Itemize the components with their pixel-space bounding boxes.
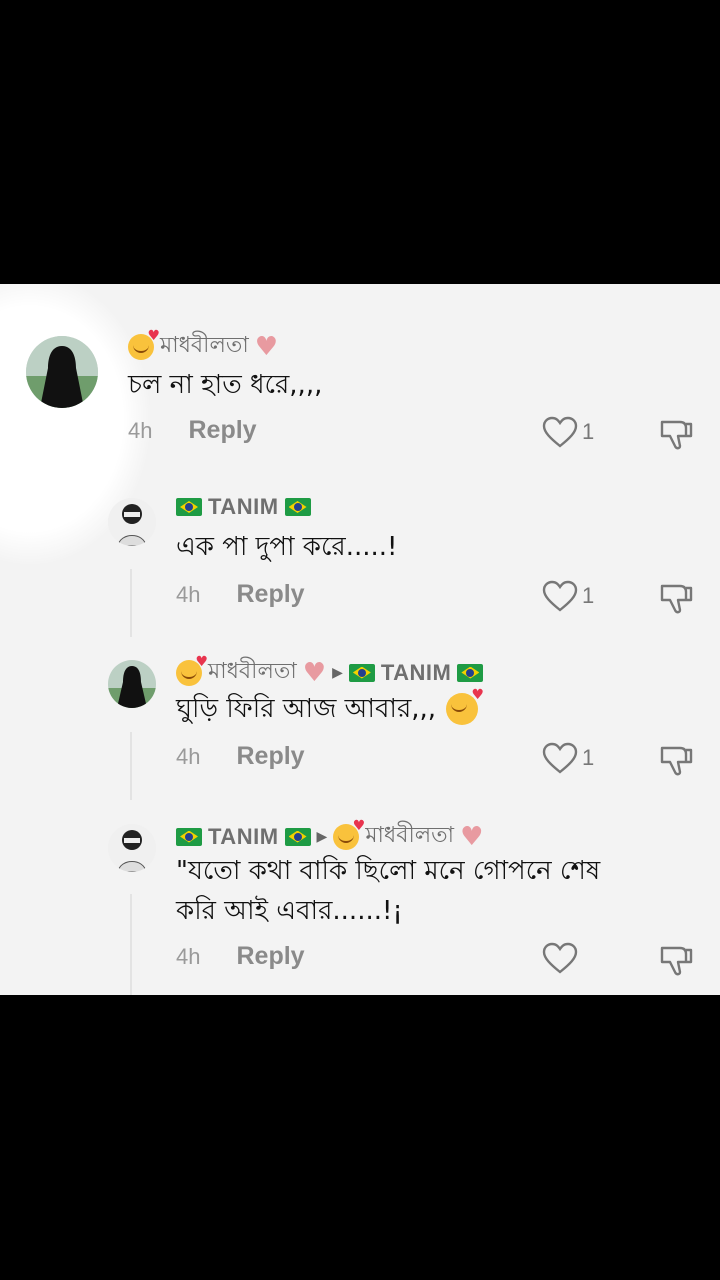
brazil-flag-icon — [457, 663, 484, 682]
avatar-image — [108, 498, 156, 546]
comment-meta: 4h Reply — [176, 942, 305, 971]
timestamp: 4h — [128, 417, 153, 443]
heart-icon: ♥ — [460, 821, 484, 852]
heart-icon: ♥ — [254, 331, 279, 362]
dislike-button[interactable] — [658, 416, 694, 456]
heart-outline-icon — [542, 742, 578, 774]
smiling-face-with-hearts-icon — [446, 687, 484, 725]
thumbs-down-icon — [660, 584, 693, 614]
avatar-image — [26, 336, 98, 408]
timestamp: 4h — [176, 581, 201, 607]
reply-to-username[interactable]: মাধবীলতা — [365, 818, 454, 855]
brazil-flag-icon — [284, 827, 311, 846]
like-button[interactable] — [542, 942, 582, 974]
avatar[interactable] — [26, 336, 98, 408]
heart-outline-icon — [542, 580, 578, 612]
heart-outline-icon — [542, 416, 578, 448]
comment-text: চল না হাত ধরে,,,, — [128, 370, 323, 400]
username-text[interactable]: মাধবীলতা — [160, 328, 249, 365]
comment-meta: 4h Reply — [128, 416, 257, 445]
username-text[interactable]: TANIM — [208, 494, 279, 520]
username-text[interactable]: মাধবীলতা — [208, 654, 297, 691]
avatar-image — [108, 824, 156, 872]
avatar[interactable] — [108, 498, 156, 546]
reply-button[interactable]: Reply — [236, 580, 304, 609]
username[interactable]: মাধবীলতা ♥ ▶ TANIM — [176, 654, 484, 691]
comment-text-line-1: "যতো কথা বাকি ছিলো মনে গোপনে শেষ — [176, 856, 601, 886]
comment-meta: 4h Reply — [176, 742, 305, 771]
reply-to-username[interactable]: TANIM — [381, 660, 452, 686]
like-count: 1 — [582, 583, 595, 608]
avatar-image — [108, 660, 156, 708]
comment-text-line-2: করি আই এবার......!¡ — [176, 896, 403, 926]
like-count: 1 — [582, 745, 595, 770]
brazil-flag-icon — [176, 827, 202, 846]
username-text[interactable]: TANIM — [208, 824, 279, 850]
smiling-face-with-hearts-icon — [333, 818, 365, 850]
reply-button[interactable]: Reply — [188, 416, 256, 445]
avatar[interactable] — [108, 660, 156, 708]
dislike-button[interactable] — [658, 580, 694, 620]
like-button[interactable]: 1 — [542, 742, 594, 774]
comment-text: এক পা দুপা করে.....! — [176, 532, 398, 562]
dislike-button[interactable] — [658, 942, 694, 982]
heart-outline-icon — [542, 942, 578, 974]
like-count: 1 — [582, 419, 595, 444]
username[interactable]: মাধবীলতা ♥ — [128, 328, 278, 365]
comment-text-row: ঘুড়ি ফিরি আজ আবার,,, — [176, 687, 484, 728]
comment-meta: 4h Reply — [176, 580, 305, 609]
brazil-flag-icon — [176, 498, 202, 516]
reply-arrow-icon: ▶ — [332, 664, 343, 681]
heart-icon: ♥ — [302, 657, 327, 688]
comment-text: ঘুড়ি ফিরি আজ আবার,,, — [176, 694, 437, 724]
thumbs-down-icon — [660, 420, 693, 450]
like-button[interactable]: 1 — [542, 416, 594, 448]
reply-button[interactable]: Reply — [236, 942, 304, 971]
avatar[interactable] — [108, 824, 156, 872]
comment-panel: মাধবীলতা ♥ চল না হাত ধরে,,,, 4h Reply 1 — [0, 284, 720, 995]
timestamp: 4h — [176, 943, 201, 969]
smiling-face-with-hearts-icon — [128, 328, 160, 360]
dislike-button[interactable] — [658, 742, 694, 782]
username[interactable]: TANIM — [176, 494, 311, 520]
like-button[interactable]: 1 — [542, 580, 594, 612]
username[interactable]: TANIM ▶ মাধবীলতা ♥ — [176, 818, 483, 855]
timestamp: 4h — [176, 743, 201, 769]
smiling-face-with-hearts-icon — [176, 654, 208, 686]
thumbs-down-icon — [660, 746, 693, 776]
brazil-flag-icon — [284, 498, 311, 516]
thumbs-down-icon — [660, 946, 693, 976]
reply-button[interactable]: Reply — [236, 742, 304, 771]
brazil-flag-icon — [348, 663, 375, 682]
reply-arrow-icon: ▶ — [316, 828, 328, 845]
